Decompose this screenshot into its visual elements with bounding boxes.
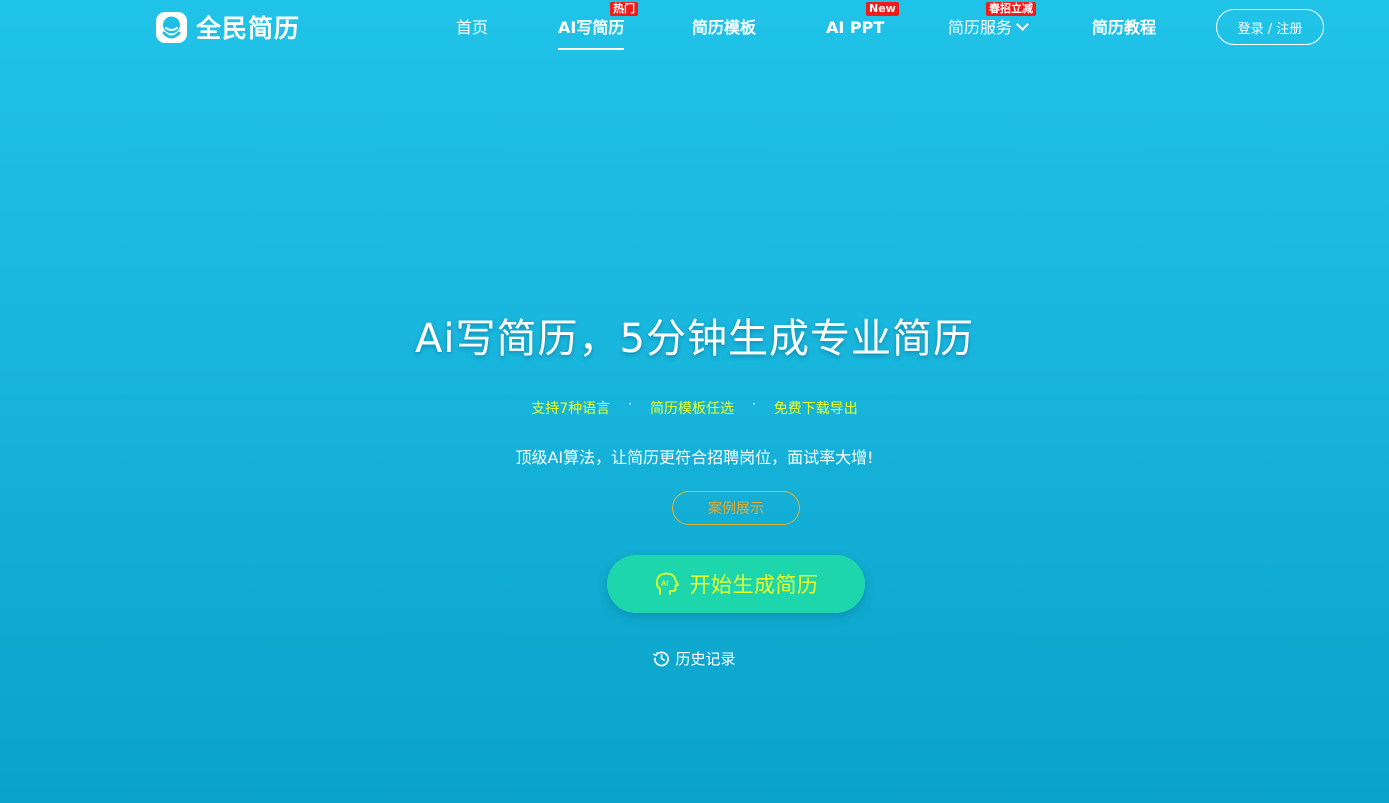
- start-generate-button[interactable]: AI 开始生成简历: [607, 555, 865, 613]
- hero-subline: 顶级AI算法，让简历更符合招聘岗位，面试率大增!: [515, 448, 874, 467]
- logo-icon: [156, 11, 187, 43]
- brand-logo[interactable]: 全民简历: [155, 10, 300, 44]
- nav-ai-ppt[interactable]: AI PPT: [826, 17, 884, 39]
- login-register-button[interactable]: 登录 / 注册: [1216, 9, 1324, 45]
- feature-separator: ·: [628, 397, 632, 411]
- feature-templates: 简历模板任选: [649, 401, 734, 417]
- new-badge: New: [866, 2, 899, 16]
- nav-services-label: 简历服务: [948, 18, 1013, 37]
- feature-separator: ·: [751, 397, 756, 411]
- feature-list: 支持7种语言 · 简历模板任选 · 免费下载导出: [0, 397, 1389, 418]
- nav-templates[interactable]: 简历模板: [692, 17, 756, 39]
- nav-ai-resume-label: AI写简历: [558, 18, 625, 37]
- top-nav-bar: 全民简历 首页 AI写简历 热门 简历模板 AI PPT New 简历服务 春招…: [0, 0, 1389, 58]
- history-label: 历史记录: [675, 650, 736, 668]
- nav-tutorials[interactable]: 简历教程: [1092, 17, 1156, 39]
- nav-home[interactable]: 首页: [456, 17, 488, 39]
- hero-title: Ai写简历，5分钟生成专业简历: [415, 316, 974, 362]
- hot-badge: 热门: [610, 2, 638, 16]
- spring-discount-badge: 春招立减: [986, 2, 1036, 16]
- case-showcase-button[interactable]: 案例展示: [672, 491, 800, 525]
- nav-ai-resume[interactable]: AI写简历: [558, 17, 625, 50]
- ai-head-icon: AI: [655, 572, 679, 595]
- history-clock-icon: [653, 651, 670, 667]
- history-link[interactable]: 历史记录: [0, 648, 1389, 669]
- feature-free-export: 免费下载导出: [773, 401, 858, 417]
- svg-text:AI: AI: [661, 579, 669, 588]
- brand-name: 全民简历: [196, 14, 301, 43]
- nav-services[interactable]: 简历服务: [948, 17, 1029, 39]
- feature-languages: 支持7种语言: [531, 401, 611, 417]
- chevron-down-icon: [1016, 18, 1029, 31]
- start-generate-label: 开始生成简历: [689, 573, 819, 597]
